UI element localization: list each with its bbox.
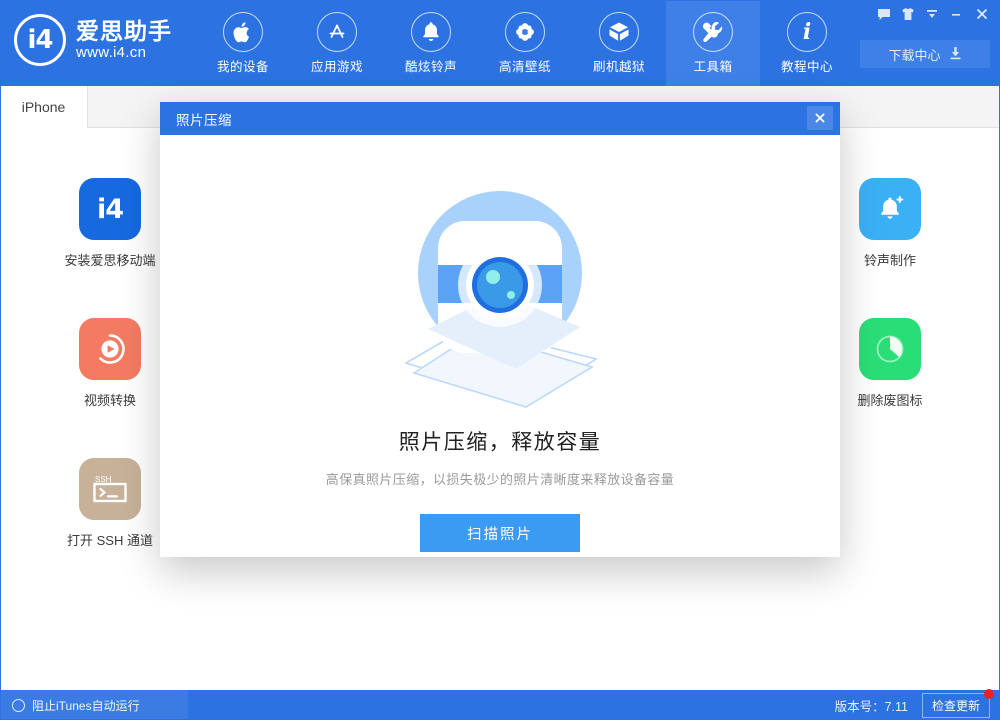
modal-close-icon[interactable] <box>807 106 833 130</box>
video-convert-icon <box>79 318 141 380</box>
logo-text: 爱思助手 www.i4.cn <box>76 18 172 62</box>
scan-photos-button[interactable]: 扫描照片 <box>420 514 580 552</box>
nav-label: 我的设备 <box>217 56 269 75</box>
nav-item-ringtones[interactable]: 酷炫铃声 <box>384 0 478 86</box>
main-nav: 我的设备 应用游戏 酷炫铃声 高清壁纸 刷机越狱 <box>196 0 854 86</box>
nav-item-tutorials[interactable]: i 教程中心 <box>760 0 854 86</box>
block-itunes-label: 阻止iTunes自动运行 <box>32 697 140 714</box>
appstore-icon <box>317 12 357 52</box>
modal-title: 照片压缩 <box>176 109 232 129</box>
tab-iphone[interactable]: iPhone <box>0 86 88 128</box>
skin-icon[interactable] <box>896 2 920 26</box>
nav-item-apps-games[interactable]: 应用游戏 <box>290 0 384 86</box>
box-icon <box>599 12 639 52</box>
download-center-button[interactable]: 下载中心 <box>860 40 990 68</box>
nav-label: 工具箱 <box>693 56 732 75</box>
app-logo: i4 爱思助手 www.i4.cn <box>14 14 172 66</box>
tool-label: 删除废图标 <box>857 390 922 409</box>
close-icon[interactable] <box>968 2 996 26</box>
ringtone-icon <box>859 178 921 240</box>
download-icon <box>949 46 962 63</box>
tool-label: 安装爱思移动端 <box>64 250 155 269</box>
apple-icon <box>223 12 263 52</box>
nav-label: 教程中心 <box>781 56 833 75</box>
logo-url: www.i4.cn <box>76 44 172 62</box>
toggle-circle-icon[interactable] <box>12 699 25 712</box>
photo-compress-dialog: 照片压缩 照片压缩，释放容量 <box>160 102 840 557</box>
menu-icon[interactable] <box>920 2 944 26</box>
logo-name: 爱思助手 <box>76 18 172 44</box>
flower-icon <box>505 12 545 52</box>
nav-item-my-device[interactable]: 我的设备 <box>196 0 290 86</box>
status-right: 版本号：7.11 检查更新 <box>835 690 990 720</box>
tool-label: 视频转换 <box>84 390 136 409</box>
block-itunes-toggle[interactable]: 阻止iTunes自动运行 <box>0 690 188 720</box>
nav-label: 应用游戏 <box>311 56 363 75</box>
i4-app-icon: i4 <box>79 178 141 240</box>
nav-item-flash-jailbreak[interactable]: 刷机越狱 <box>572 0 666 86</box>
download-center-label: 下载中心 <box>888 45 940 64</box>
modal-heading: 照片压缩，释放容量 <box>399 426 602 456</box>
modal-body: 照片压缩，释放容量 高保真照片压缩，以损失极少的照片清晰度来释放设备容量 扫描照… <box>160 135 840 557</box>
tools-icon <box>693 12 733 52</box>
nav-label: 酷炫铃声 <box>405 56 457 75</box>
tool-label: 打开 SSH 通道 <box>67 530 153 549</box>
logo-mark-icon: i4 <box>14 14 66 66</box>
info-icon: i <box>787 12 827 52</box>
nav-label: 刷机越狱 <box>593 56 645 75</box>
status-bar: 阻止iTunes自动运行 版本号：7.11 检查更新 <box>0 690 1000 720</box>
app-header: i4 爱思助手 www.i4.cn 我的设备 应用游戏 酷炫铃声 <box>0 0 1000 86</box>
svg-text:SSH: SSH <box>95 475 112 484</box>
check-update-label: 检查更新 <box>932 699 980 713</box>
nav-item-toolbox[interactable]: 工具箱 <box>666 0 760 86</box>
update-badge-dot <box>984 689 994 699</box>
modal-title-bar: 照片压缩 <box>160 102 840 135</box>
modal-subheading: 高保真照片压缩，以损失极少的照片清晰度来释放设备容量 <box>326 469 674 488</box>
check-update-button[interactable]: 检查更新 <box>922 693 990 718</box>
nav-label: 高清壁纸 <box>499 56 551 75</box>
window-controls <box>872 2 996 26</box>
minimize-icon[interactable] <box>944 2 968 26</box>
version-label: 版本号：7.11 <box>835 696 908 715</box>
delete-icon-icon <box>859 318 921 380</box>
bell-icon <box>411 12 451 52</box>
nav-item-wallpapers[interactable]: 高清壁纸 <box>478 0 572 86</box>
photo-compress-illustration <box>392 181 608 414</box>
tool-label: 铃声制作 <box>864 250 916 269</box>
feedback-icon[interactable] <box>872 2 896 26</box>
ssh-icon: SSH <box>79 458 141 520</box>
